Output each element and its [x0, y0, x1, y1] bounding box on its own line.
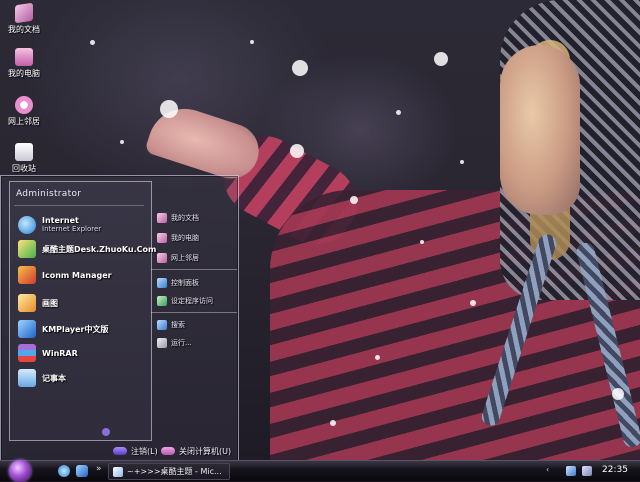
internet-explorer-icon: [18, 216, 36, 234]
place-item-my-documents[interactable]: 我的文档: [157, 211, 199, 225]
place-label: 搜索: [171, 321, 185, 329]
program-title: Internet: [42, 216, 79, 225]
snow-bokeh: [330, 420, 336, 426]
place-item-program-access[interactable]: 设定程序访问: [157, 294, 213, 308]
program-item-icon-manager[interactable]: Iconm Manager: [18, 264, 146, 286]
shutdown-label: 关闭计算机(U): [179, 446, 232, 456]
power-icon: [161, 447, 175, 455]
place-item-run[interactable]: 运行...: [157, 336, 192, 350]
winrar-icon: [18, 344, 36, 362]
snow-bokeh: [470, 300, 476, 306]
logoff-label: 注销(L): [131, 446, 158, 456]
place-label: 网上邻居: [171, 254, 199, 262]
place-label: 控制面板: [171, 279, 199, 287]
snow-bokeh: [90, 40, 95, 45]
place-label: 我的电脑: [171, 234, 199, 242]
snow-bokeh: [434, 52, 448, 66]
logoff-icon: [113, 447, 127, 455]
documents-icon: [15, 2, 33, 24]
desktop-icon-network[interactable]: 网上邻居: [0, 96, 48, 127]
program-access-icon: [157, 296, 167, 306]
program-item-zhuoku[interactable]: 桌酷主题Desk.ZhuoKu.Com: [18, 238, 156, 260]
quick-launch-ie-icon[interactable]: [58, 465, 70, 477]
divider: [151, 269, 237, 270]
place-label: 设定程序访问: [171, 297, 213, 305]
recycle-bin-icon: [15, 143, 33, 161]
place-label: 运行...: [171, 339, 192, 347]
program-title: WinRAR: [42, 348, 78, 358]
taskbar: » ~+>>>桌酷主题 - Mic... ‹ 22:35: [0, 460, 640, 482]
network-tray-icon[interactable]: [566, 466, 576, 476]
snow-bokeh: [120, 140, 124, 144]
snow-bokeh: [290, 144, 304, 158]
paint-icon: [18, 294, 36, 312]
control-panel-icon: [157, 278, 167, 288]
wallpaper-face: [500, 45, 580, 215]
desktop-icon-recycle-bin[interactable]: 回收站: [0, 143, 48, 174]
desktop-icon-label: 网上邻居: [8, 117, 40, 126]
desktop-icon-my-computer[interactable]: 我的电脑: [0, 48, 48, 79]
place-label: 我的文档: [171, 214, 199, 222]
computer-icon: [157, 233, 167, 243]
snow-bokeh: [396, 110, 401, 115]
divider: [151, 312, 237, 313]
place-item-network[interactable]: 网上邻居: [157, 251, 199, 265]
snow-bokeh: [250, 40, 254, 44]
snow-bokeh: [160, 100, 178, 118]
documents-icon: [157, 213, 167, 223]
program-item-winrar[interactable]: WinRAR: [18, 342, 146, 364]
snow-bokeh: [375, 355, 380, 360]
snow-bokeh: [612, 388, 624, 400]
network-icon: [15, 96, 33, 114]
volume-tray-icon[interactable]: [582, 466, 592, 476]
all-programs-icon: [102, 428, 110, 436]
kmplayer-icon: [18, 320, 36, 338]
program-item-internet[interactable]: Internet Internet Explorer: [18, 214, 146, 236]
window-icon: [113, 466, 123, 477]
place-item-my-computer[interactable]: 我的电脑: [157, 231, 199, 245]
all-programs-button[interactable]: [98, 426, 114, 438]
desktop-icon-label: 我的文档: [8, 25, 40, 34]
notepad-icon: [18, 369, 36, 387]
tray-expand-button[interactable]: ‹: [546, 465, 549, 474]
snow-bokeh: [350, 196, 358, 204]
program-item-paint[interactable]: 画图: [18, 292, 146, 314]
zhuoku-icon: [18, 240, 36, 258]
icon-manager-icon: [18, 266, 36, 284]
run-icon: [157, 338, 167, 348]
program-title: 画图: [42, 298, 58, 308]
snow-bokeh: [460, 160, 464, 164]
start-menu: Administrator Internet Internet Explorer …: [0, 175, 239, 462]
start-menu-programs-pane: Administrator Internet Internet Explorer …: [9, 181, 156, 441]
network-icon: [157, 253, 167, 263]
computer-icon: [15, 48, 33, 66]
program-item-kmplayer[interactable]: KMPlayer中文版: [18, 318, 146, 340]
taskbar-window-button[interactable]: ~+>>>桌酷主题 - Mic...: [108, 463, 230, 480]
start-button[interactable]: [9, 460, 31, 482]
program-title: Iconm Manager: [42, 270, 112, 280]
program-item-notepad[interactable]: 记事本: [18, 367, 146, 389]
start-menu-username: Administrator: [16, 189, 82, 199]
program-title: 桌酷主题Desk.ZhuoKu.Com: [42, 244, 157, 254]
search-icon: [157, 320, 167, 330]
place-item-search[interactable]: 搜索: [157, 318, 185, 332]
taskbar-clock[interactable]: 22:35: [602, 465, 628, 475]
snow-bokeh: [292, 60, 308, 76]
desktop-icon-label: 我的电脑: [8, 69, 40, 78]
place-item-control-panel[interactable]: 控制面板: [157, 276, 199, 290]
program-title: KMPlayer中文版: [42, 324, 109, 334]
desktop-icon-my-documents[interactable]: 我的文档: [0, 2, 48, 35]
shutdown-button[interactable]: 关闭计算机(U): [161, 445, 231, 457]
taskbar-window-title: ~+>>>桌酷主题 - Mic...: [127, 467, 222, 476]
desktop-icon-label: 回收站: [12, 164, 36, 173]
program-title: 记事本: [42, 373, 66, 383]
program-subtitle: Internet Explorer: [42, 225, 102, 233]
snow-bokeh: [420, 240, 424, 244]
quick-launch-more-button[interactable]: »: [96, 464, 102, 474]
quick-launch-show-desktop-icon[interactable]: [76, 465, 88, 477]
logoff-button[interactable]: 注销(L): [113, 445, 158, 457]
divider: [14, 205, 144, 206]
